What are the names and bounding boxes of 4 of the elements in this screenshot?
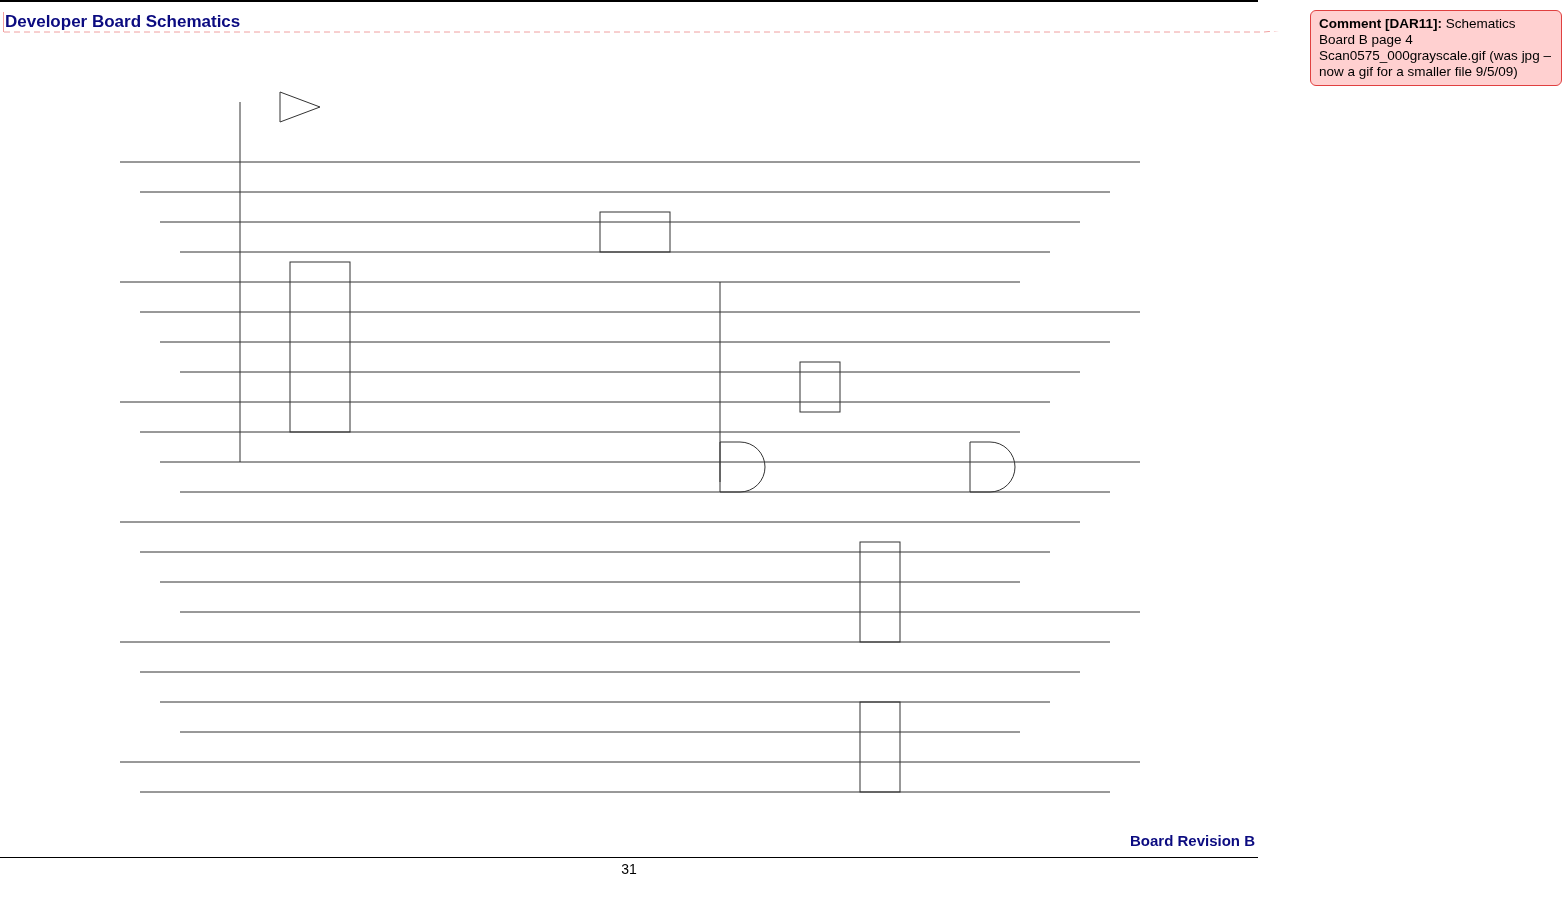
page-number: 31 [621,861,637,877]
comment-balloon[interactable]: Comment [DAR11]: Schematics Board B page 4 Scan0575_000grayscale.gif (was jpg – now a gif for a smaller file 9/5/09) [1310,10,1562,86]
page-heading: Developer Board Schematics [3,12,1258,32]
board-revision-caption: Board Revision B [1128,832,1255,849]
